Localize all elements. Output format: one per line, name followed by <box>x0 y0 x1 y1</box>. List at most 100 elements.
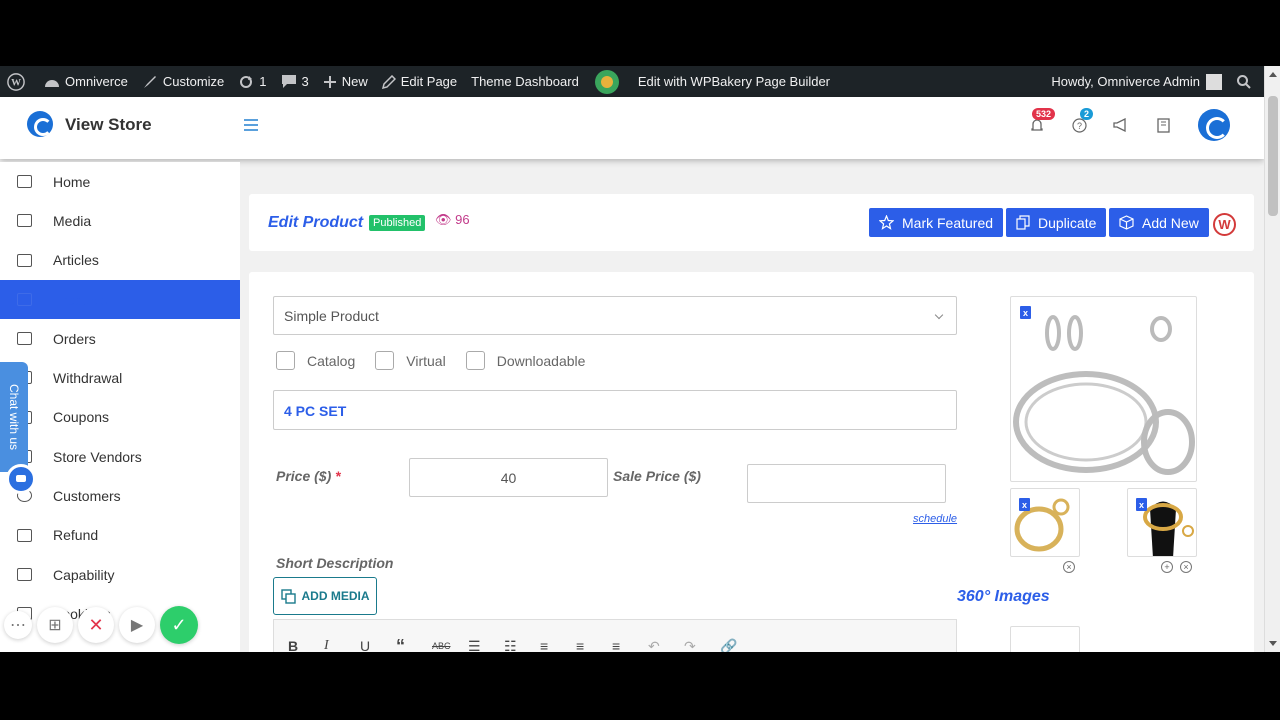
remove-circle-icon[interactable]: × <box>1063 561 1075 573</box>
my-account-menu[interactable]: Howdy, Omniverce Admin <box>1044 66 1229 97</box>
store-name[interactable]: View Store <box>65 115 152 135</box>
align-left-button[interactable]: ≡ <box>540 638 576 652</box>
monitor-icon <box>17 175 32 188</box>
align-right-button[interactable]: ≡ <box>612 638 648 652</box>
search-icon <box>1237 74 1251 89</box>
add-media-label: ADD MEDIA <box>301 589 370 603</box>
virtual-checkbox[interactable]: Virtual <box>375 351 446 370</box>
featured-image[interactable]: x <box>1010 296 1197 482</box>
catalog-checkbox[interactable]: Catalog <box>276 351 355 370</box>
menu-toggle-icon[interactable] <box>244 119 258 134</box>
play-icon: ▶ <box>130 617 144 634</box>
checkbox-label: Downloadable <box>496 352 586 369</box>
redo-button[interactable]: ↷ <box>684 638 720 653</box>
customize-link[interactable]: Customize <box>135 66 231 97</box>
sale-price-input[interactable] <box>747 464 946 503</box>
price-label: Price ($) * <box>276 468 341 484</box>
align-center-button[interactable]: ≡ <box>576 638 612 652</box>
comments-link[interactable]: 3 <box>274 66 316 97</box>
sidebar-item-withdrawal[interactable]: Withdrawal <box>0 358 240 397</box>
brush-icon <box>143 75 156 88</box>
sidebar-nav: Home Media Articles Products Orders With… <box>0 162 240 652</box>
sidebar-item-home[interactable]: Home <box>0 162 240 201</box>
price-input[interactable]: 40 <box>409 458 608 497</box>
remove-circle-icon[interactable]: × <box>1180 561 1192 573</box>
blockquote-button[interactable]: “ <box>396 636 432 653</box>
new-content-menu[interactable]: New <box>316 66 375 97</box>
strikethrough-button[interactable]: ABC <box>432 641 468 651</box>
duplicate-button[interactable]: Duplicate <box>1006 208 1107 237</box>
cube-icon <box>17 292 32 306</box>
add-element-button[interactable]: ⊞ <box>37 607 73 643</box>
user-profile-icon[interactable] <box>1198 109 1230 141</box>
bold-button[interactable]: B <box>288 638 324 652</box>
link-button[interactable]: 🔗 <box>720 638 756 653</box>
add-circle-icon[interactable]: + <box>1161 561 1173 573</box>
admin-search[interactable] <box>1229 66 1264 97</box>
user-x-icon <box>17 567 32 581</box>
gallery-thumb-1[interactable]: x <box>1010 488 1080 557</box>
avatar <box>1206 73 1222 90</box>
sidebar-item-refund[interactable]: Refund <box>0 516 240 555</box>
chat-bubble-icon[interactable] <box>6 464 36 494</box>
page-scrollbar[interactable] <box>1264 66 1280 652</box>
store-logo-icon[interactable] <box>27 111 53 137</box>
sidebar-item-coupons[interactable]: Coupons <box>0 398 240 437</box>
more-options-button[interactable]: ⋯ <box>4 611 32 639</box>
sidebar-item-label: Coupons <box>53 409 110 426</box>
remove-image-icon[interactable]: x <box>1136 498 1147 511</box>
checkbox-box <box>465 351 485 370</box>
remove-image-icon[interactable]: x <box>1020 306 1031 319</box>
scroll-down-icon[interactable] <box>1269 641 1277 646</box>
checkbox-label: Virtual <box>406 352 446 369</box>
wordpress-backend-icon[interactable]: W <box>1213 213 1236 236</box>
save-changes-button[interactable]: ✓ <box>160 606 198 644</box>
sidebar-item-capability[interactable]: Capability <box>0 555 240 594</box>
sidebar-item-products[interactable]: Products <box>0 279 240 320</box>
italic-button[interactable]: I <box>324 638 360 652</box>
undo-button[interactable]: ↶ <box>648 638 684 653</box>
wpbakery-link[interactable]: Edit with WPBakery Page Builder <box>586 66 837 97</box>
bullet-list-button[interactable]: ☰ <box>468 638 504 653</box>
product-type-select[interactable]: Simple Product <box>273 296 957 335</box>
edit-page-link[interactable]: Edit Page <box>375 66 464 97</box>
megaphone-icon <box>1113 118 1126 132</box>
sidebar-item-orders[interactable]: Orders <box>0 319 240 358</box>
underline-button[interactable]: U <box>360 638 396 652</box>
add-new-button[interactable]: Add New <box>1109 208 1209 237</box>
wp-logo-menu[interactable]: W <box>0 66 37 97</box>
chat-with-us-tab[interactable]: Chat with us <box>0 362 28 472</box>
theme-dashboard-link[interactable]: Theme Dashboard <box>464 66 586 97</box>
downloadable-checkbox[interactable]: Downloadable <box>465 351 586 370</box>
gallery-thumb-2[interactable]: x <box>1127 488 1197 557</box>
book-icon <box>1156 117 1170 133</box>
add-media-button[interactable]: ADD MEDIA <box>273 577 377 615</box>
notifications-button[interactable]: 532 <box>1026 108 1056 136</box>
plus-icon <box>323 75 336 88</box>
mark-featured-button[interactable]: Mark Featured <box>869 208 1004 237</box>
updates-link[interactable]: 1 <box>231 66 273 97</box>
scrollbar-thumb[interactable] <box>1268 96 1278 216</box>
pencil-icon <box>381 74 396 89</box>
remove-image-icon[interactable]: x <box>1019 498 1030 511</box>
dashboard-icon <box>45 79 59 87</box>
customize-label: Customize <box>162 74 225 89</box>
sidebar-item-articles[interactable]: Articles <box>0 241 240 280</box>
help-button[interactable]: ? 2 <box>1068 108 1094 136</box>
site-name-menu[interactable]: Omniverce <box>37 66 135 97</box>
sidebar-item-label: Products <box>53 291 109 308</box>
announcements-button[interactable] <box>1110 114 1132 136</box>
chevron-down-icon <box>934 310 944 320</box>
scroll-up-icon[interactable] <box>1269 72 1277 77</box>
product-options: Catalog Virtual Downloadable <box>276 351 605 370</box>
schedule-link[interactable]: schedule <box>913 513 957 525</box>
product-title-input[interactable]: 4 PC SET <box>273 390 957 430</box>
images-360-upload[interactable] <box>1010 626 1080 652</box>
knowledgebase-button[interactable] <box>1152 114 1174 136</box>
sidebar-item-customers[interactable]: Customers <box>0 476 240 515</box>
close-editor-button[interactable]: ✕ <box>78 607 114 643</box>
numbered-list-button[interactable]: ☷ <box>504 638 540 653</box>
sidebar-item-store-vendors[interactable]: Store Vendors <box>0 437 240 476</box>
sidebar-item-media[interactable]: Media <box>0 201 240 240</box>
preview-button[interactable]: ▶ <box>119 607 155 643</box>
